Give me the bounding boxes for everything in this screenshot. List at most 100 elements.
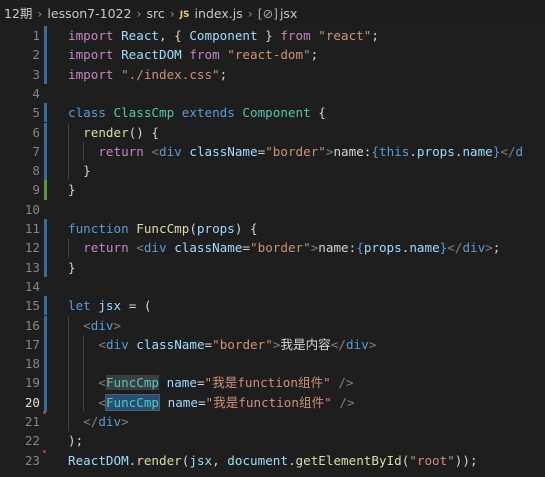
- code-text: return <div className="border">name:{thi…: [68, 142, 523, 161]
- code-token: "./index.css": [121, 66, 220, 82]
- code-token: FuncCmp: [105, 375, 160, 391]
- code-token: ;: [492, 240, 501, 256]
- code-token: />: [339, 394, 355, 410]
- line-number[interactable]: 6: [0, 123, 40, 142]
- code-line[interactable]: 13}: [0, 257, 545, 277]
- git-change-marker[interactable]: [44, 103, 47, 123]
- code-token: name: [409, 240, 440, 256]
- code-line[interactable]: 20 <FuncCmp name="我是function组件" />: [0, 392, 545, 414]
- line-number[interactable]: 9: [0, 180, 40, 199]
- git-change-marker[interactable]: [44, 373, 47, 393]
- code-line[interactable]: 14: [0, 277, 545, 296]
- breadcrumb-item-folder-12[interactable]: 12期: [4, 0, 32, 27]
- git-change-marker[interactable]: [44, 161, 47, 181]
- line-number[interactable]: 18: [0, 354, 40, 373]
- code-token: let: [68, 298, 99, 314]
- git-change-marker[interactable]: [44, 64, 47, 84]
- code-line[interactable]: 1 import React, { Component } from "react…: [0, 26, 545, 46]
- line-number[interactable]: 4: [0, 84, 40, 103]
- code-line[interactable]: 11 function FuncCmp(props) {: [0, 219, 545, 239]
- git-change-marker[interactable]: [44, 334, 47, 355]
- code-line[interactable]: 7 return <div className="border">name:{t…: [0, 141, 545, 162]
- code-token: }: [68, 163, 91, 179]
- breadcrumb-item-file[interactable]: index.js: [195, 0, 243, 27]
- code-token: {: [371, 143, 379, 159]
- line-number[interactable]: 16: [0, 316, 40, 335]
- code-token: "react": [318, 28, 372, 43]
- code-line[interactable]: 5 class ClassCmp extends Component {: [0, 103, 545, 123]
- git-change-marker[interactable]: [44, 45, 47, 65]
- line-number[interactable]: 15: [0, 296, 40, 315]
- git-change-marker[interactable]: [44, 296, 47, 316]
- git-change-marker[interactable]: [44, 392, 47, 412]
- code-line[interactable]: 2 import ReactDOM from "react-dom";: [0, 45, 545, 65]
- code-token: }: [68, 182, 76, 198]
- git-change-marker[interactable]: [44, 26, 47, 46]
- line-number[interactable]: 10: [0, 200, 40, 219]
- line-number[interactable]: 17: [0, 335, 40, 354]
- line-number[interactable]: 2: [0, 45, 40, 64]
- code-token: ));: [454, 452, 478, 468]
- code-text: }: [68, 258, 76, 277]
- breadcrumb-item-lesson[interactable]: lesson7-1022: [47, 0, 131, 27]
- code-line[interactable]: 17 <div className="border">我是内容</div>: [0, 334, 545, 355]
- code-line[interactable]: 9}: [0, 180, 545, 200]
- code-line[interactable]: 23 ReactDOM.render(jsx, document.getEleme…: [0, 451, 545, 470]
- code-line[interactable]: 21 </div>: [0, 412, 545, 431]
- code-token: }: [68, 259, 76, 275]
- git-change-marker[interactable]: [44, 219, 47, 239]
- line-number[interactable]: 5: [0, 103, 40, 122]
- code-token: () {: [128, 124, 160, 140]
- code-token: "我是function组件": [204, 375, 331, 391]
- line-number[interactable]: 23: [0, 451, 40, 470]
- code-line[interactable]: 8 }: [0, 161, 545, 181]
- code-token: <: [98, 394, 106, 410]
- git-change-marker[interactable]: [44, 257, 47, 277]
- line-number[interactable]: 8: [0, 161, 40, 180]
- line-number[interactable]: 11: [0, 219, 40, 238]
- line-number[interactable]: 22: [0, 431, 40, 450]
- git-change-marker[interactable]: [44, 141, 47, 162]
- git-change-marker[interactable]: [44, 354, 47, 374]
- code-token: <: [136, 240, 144, 256]
- code-line[interactable]: 22);: [0, 431, 545, 453]
- code-line[interactable]: 18: [0, 354, 545, 374]
- git-change-marker[interactable]: [44, 238, 47, 258]
- line-number[interactable]: 3: [0, 65, 40, 84]
- code-token: name:: [333, 143, 372, 159]
- line-number[interactable]: 12: [0, 238, 40, 257]
- git-change-marker[interactable]: [44, 315, 47, 335]
- breadcrumb-item-src[interactable]: src: [146, 0, 164, 27]
- code-editor[interactable]: 1 import React, { Component } from "react…: [0, 25, 545, 477]
- code-line[interactable]: 15 let jsx = (: [0, 296, 545, 316]
- git-change-marker[interactable]: [44, 180, 47, 200]
- code-line[interactable]: 12 return <div className="border">name:{…: [0, 238, 545, 258]
- code-line[interactable]: 19 <FuncCmp name="我是function组件" />: [0, 373, 545, 393]
- code-text: import ReactDOM from "react-dom";: [68, 45, 318, 64]
- code-token: >: [121, 414, 129, 429]
- code-text: }: [68, 161, 91, 180]
- code-line[interactable]: 3 import "./index.css";: [0, 64, 545, 84]
- code-text: ReactDOM.render(jsx, document.getElement…: [68, 451, 478, 470]
- code-token: props: [363, 240, 402, 256]
- line-number[interactable]: 21: [0, 412, 40, 431]
- code-token: =: [196, 375, 205, 391]
- line-number[interactable]: 20: [0, 393, 40, 412]
- code-line[interactable]: 6 render() {: [0, 122, 545, 142]
- line-number[interactable]: 7: [0, 142, 40, 161]
- line-number[interactable]: 19: [0, 373, 40, 392]
- git-change-marker[interactable]: [44, 122, 47, 142]
- code-token: />: [338, 375, 354, 391]
- code-line[interactable]: 10: [0, 200, 545, 219]
- code-line[interactable]: 4: [0, 84, 545, 103]
- code-token: "root": [409, 452, 455, 468]
- code-line[interactable]: 16 <div>: [0, 315, 545, 335]
- breadcrumb-item-symbol[interactable]: jsx: [280, 0, 297, 27]
- line-number[interactable]: 14: [0, 277, 40, 296]
- code-token: import: [68, 66, 122, 82]
- code-token: name: [167, 394, 198, 410]
- line-number[interactable]: 1: [0, 26, 40, 45]
- line-number[interactable]: 13: [0, 258, 40, 277]
- code-text: function FuncCmp(props) {: [68, 219, 258, 238]
